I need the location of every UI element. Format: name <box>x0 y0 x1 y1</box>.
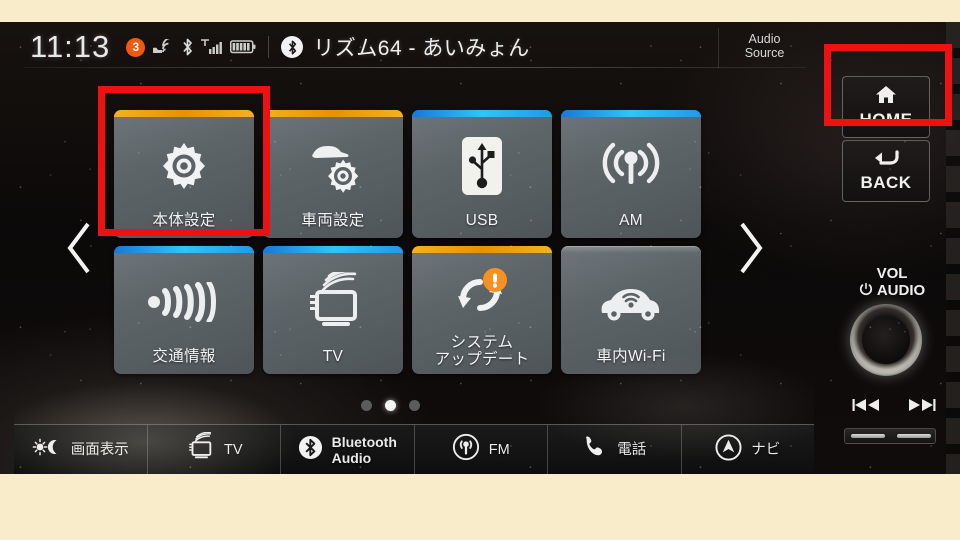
tile-system-settings[interactable]: 本体設定 <box>114 110 254 238</box>
car-gear-icon <box>263 117 403 212</box>
tile-accent-bar <box>263 110 403 117</box>
car-wifi-icon <box>561 253 701 348</box>
bottom-item-display[interactable]: 画面表示 <box>14 425 148 474</box>
tile-label: USB <box>465 212 499 229</box>
system-update-icon <box>412 253 552 334</box>
bottom-item-label: Bluetooth Audio <box>332 434 397 466</box>
air-vent-grille <box>946 22 960 474</box>
tile-accent-bar <box>412 246 552 253</box>
tile-accent-bar <box>263 246 403 253</box>
tile-accent-bar <box>412 110 552 117</box>
phone-icon <box>582 434 608 465</box>
tile-in-car-wifi[interactable]: 車内Wi-Fi <box>561 246 701 374</box>
tile-usb[interactable]: USB <box>412 110 552 238</box>
bottom-item-label: FM <box>488 441 510 458</box>
tile-am-radio[interactable]: AM <box>561 110 701 238</box>
status-divider <box>268 36 270 58</box>
page-dot-2-active[interactable] <box>385 400 396 411</box>
volume-label-top: VOL <box>876 265 908 282</box>
volume-label-bottom: AUDIO <box>876 282 926 299</box>
volume-knob[interactable] <box>850 304 922 376</box>
tile-accent-bar <box>561 110 701 117</box>
tile-tv[interactable]: TV <box>263 246 403 374</box>
touchscreen-display[interactable]: 11:13 3 リズム64 - あいみょん Audio Source 本体設定 … <box>14 22 814 474</box>
next-page-chevron-right-icon[interactable] <box>734 220 768 276</box>
skip-next-icon[interactable] <box>906 397 936 418</box>
tile-accent-bar <box>114 110 254 117</box>
screenshot-root: 11:13 3 リズム64 - あいみょん Audio Source 本体設定 … <box>0 0 960 540</box>
bottom-item-label: 電話 <box>617 441 647 458</box>
tile-label: システム アップデート <box>435 334 530 374</box>
notification-badge: 3 <box>126 37 146 57</box>
tile-label: 本体設定 <box>152 212 216 229</box>
bottom-item-label-line2: Audio <box>331 449 372 466</box>
bluetooth-icon <box>181 38 194 56</box>
tile-label: AM <box>619 212 643 229</box>
car-wifi-icon <box>152 39 174 55</box>
volume-knob-label: VOL AUDIO <box>842 266 942 300</box>
tv-icon <box>185 431 215 467</box>
back-hardware-button[interactable]: BACK <box>842 140 930 202</box>
gear-icon <box>114 117 254 212</box>
back-button-label: BACK <box>860 172 912 192</box>
tile-label: 車内Wi-Fi <box>596 348 666 365</box>
bottom-item-label: 画面表示 <box>70 441 129 458</box>
bottom-item-navigation[interactable]: ナビ <box>682 425 815 474</box>
brightness-day-night-icon <box>32 438 62 461</box>
audio-source-button[interactable]: Audio Source <box>718 28 810 68</box>
tile-label-line2: アップデート <box>434 351 530 368</box>
bottom-item-label: TV <box>223 441 243 458</box>
broadcast-circle-icon <box>452 433 480 466</box>
navigation-compass-icon <box>715 433 742 466</box>
bottom-item-tv[interactable]: TV <box>148 425 281 474</box>
bottom-item-label: ナビ <box>751 441 781 458</box>
audio-source-line1: Audio <box>748 32 781 46</box>
home-hardware-button[interactable]: HOME <box>842 76 930 138</box>
page-indicator <box>361 400 420 411</box>
home-button-label: HOME <box>859 109 913 129</box>
tile-accent-bar <box>561 246 701 253</box>
status-icons: 3 <box>126 37 256 57</box>
traffic-signal-icon <box>114 253 254 348</box>
tile-traffic-info[interactable]: 交通情報 <box>114 246 254 374</box>
page-dot-3[interactable] <box>409 400 420 411</box>
bottom-shortcut-bar: 画面表示 TV Bluetooth Audio FM 電話 ナビ <box>14 424 814 474</box>
now-playing-title: リズム64 - あいみょん <box>313 37 530 60</box>
audio-source-line2: Source <box>744 46 785 60</box>
back-arrow-icon <box>873 149 899 172</box>
tile-vehicle-settings[interactable]: 車両設定 <box>263 110 403 238</box>
bluetooth-source-icon <box>281 36 304 58</box>
tile-label: TV <box>322 348 344 365</box>
bottom-item-bluetooth-audio[interactable]: Bluetooth Audio <box>281 425 415 474</box>
tile-label: 交通情報 <box>152 348 216 365</box>
tv-icon <box>263 253 403 348</box>
status-bar-divider <box>24 67 806 68</box>
tile-accent-bar <box>114 246 254 253</box>
hardware-slider-bar[interactable] <box>844 428 936 444</box>
page-dot-1[interactable] <box>361 400 372 411</box>
tile-system-update[interactable]: システム アップデート <box>412 246 552 374</box>
status-bar: 11:13 3 リズム64 - あいみょん Audio Source <box>14 26 814 68</box>
battery-icon <box>230 40 256 54</box>
house-icon <box>875 85 897 109</box>
bottom-item-fm[interactable]: FM <box>415 425 548 474</box>
app-tile-grid: 本体設定 車両設定 USB AM 交通情報 TV システム アップデート 車内W… <box>114 110 714 380</box>
broadcast-icon <box>561 117 701 212</box>
power-icon <box>859 282 873 300</box>
head-unit-body: 11:13 3 リズム64 - あいみょん Audio Source 本体設定 … <box>0 22 960 474</box>
signal-bars-icon <box>201 39 223 55</box>
bluetooth-icon <box>298 435 323 465</box>
skip-previous-icon[interactable] <box>852 397 882 418</box>
bottom-item-phone[interactable]: 電話 <box>548 425 682 474</box>
prev-page-chevron-left-icon[interactable] <box>62 220 96 276</box>
tile-label: 車両設定 <box>301 212 365 229</box>
clock: 11:13 <box>30 29 111 64</box>
usb-icon <box>412 117 552 212</box>
tile-label-line1: システム <box>450 334 514 351</box>
hardware-control-panel: HOME BACK VOL AUDIO <box>814 22 960 474</box>
bottom-item-label-line1: Bluetooth <box>331 433 397 450</box>
slider-segment-right <box>897 434 931 438</box>
slider-segment-left <box>851 434 885 438</box>
